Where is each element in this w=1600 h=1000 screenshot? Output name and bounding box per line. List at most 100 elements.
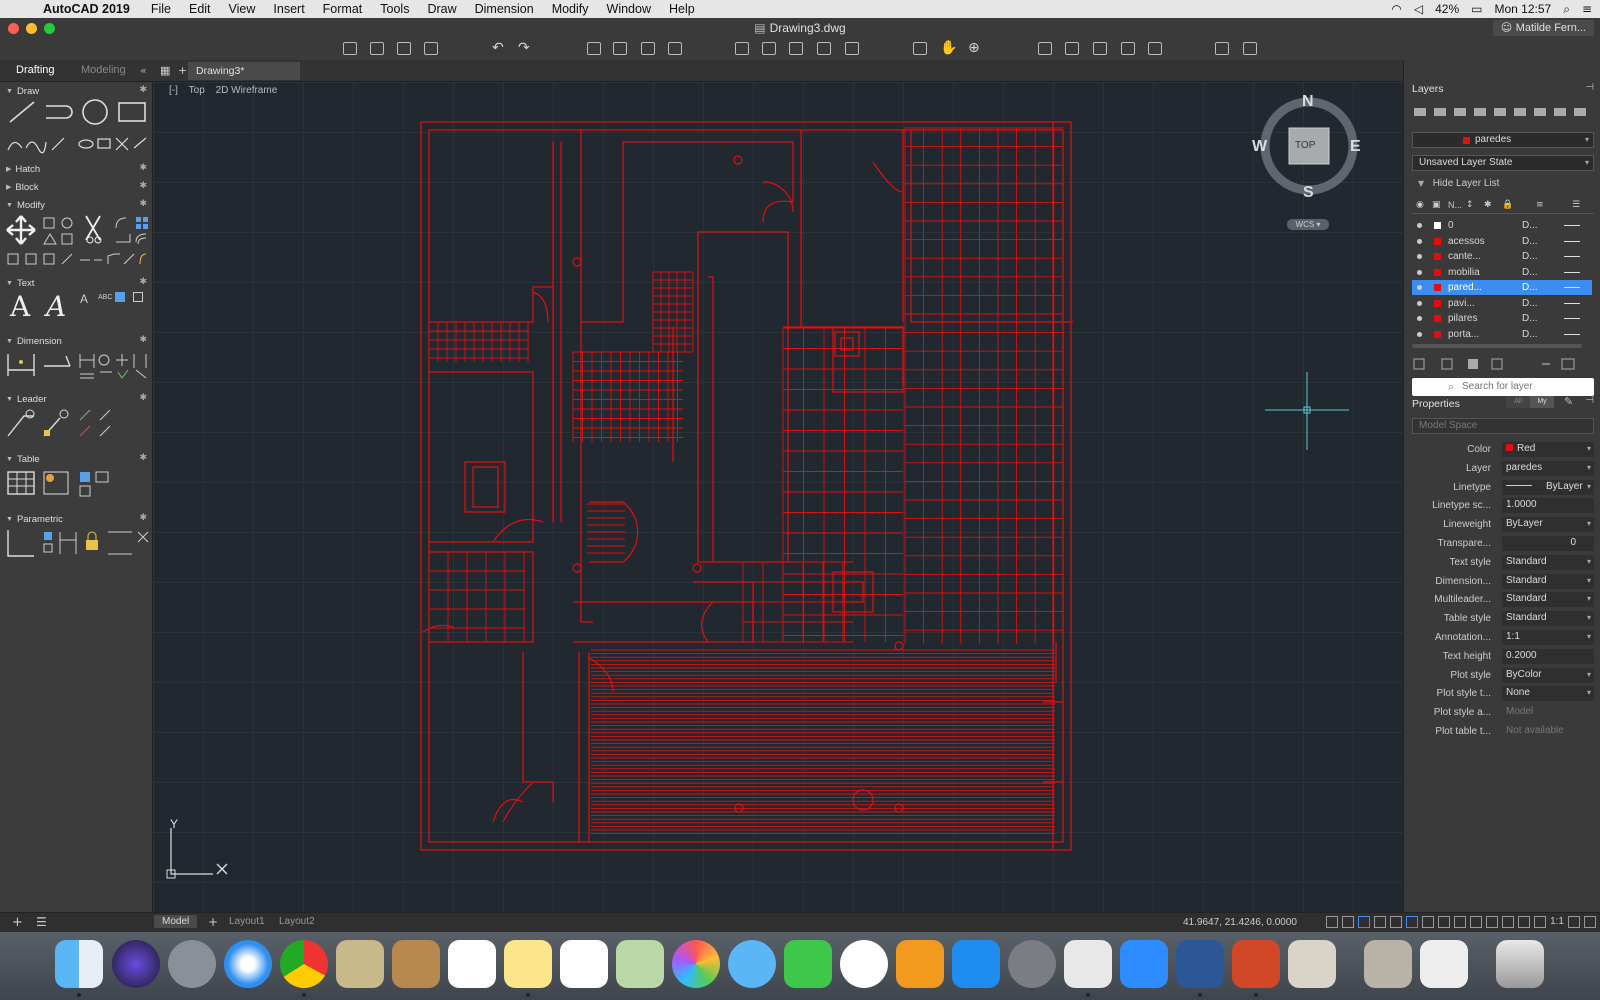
current-layer-select[interactable]: paredes ▾ xyxy=(1412,132,1594,148)
visibility-column-icon[interactable]: ◉ xyxy=(1416,200,1424,210)
gear-icon[interactable]: ✱ xyxy=(139,181,147,191)
layer-row[interactable]: 0 D... xyxy=(1412,218,1592,233)
lock-constraint-icon[interactable] xyxy=(86,531,98,550)
layer-row[interactable]: pared... D... xyxy=(1412,280,1592,295)
layer-color-swatch[interactable] xyxy=(1434,284,1441,291)
lineweight-toggle-icon[interactable] xyxy=(1438,916,1451,928)
calendar-icon[interactable] xyxy=(448,940,496,988)
list-icon[interactable] xyxy=(1065,42,1079,55)
hatch-tool-icon[interactable] xyxy=(51,137,65,151)
property-value[interactable]: ByColor ▾ xyxy=(1502,667,1594,683)
object-type-select[interactable]: Model Space xyxy=(1412,418,1594,434)
auto-constrain-icon[interactable] xyxy=(43,532,53,553)
dock-panel-icon[interactable]: ⊣ xyxy=(1585,82,1594,93)
gear-icon[interactable]: ✱ xyxy=(139,513,147,523)
annotation-visibility-icon[interactable] xyxy=(1518,916,1531,928)
property-value[interactable]: None ▾ xyxy=(1502,686,1594,702)
line-tool-icon[interactable] xyxy=(9,101,35,123)
layer-row[interactable]: pilares D... xyxy=(1412,311,1592,326)
system-preferences-icon[interactable] xyxy=(1008,940,1056,988)
property-value[interactable]: Standard ▾ xyxy=(1502,611,1594,627)
constraint-bar-icon[interactable] xyxy=(108,531,132,555)
property-value[interactable]: ByLayer ▾ xyxy=(1502,479,1594,495)
measure-icon[interactable] xyxy=(1038,42,1052,55)
annotation-autoscale-icon[interactable] xyxy=(1534,916,1547,928)
new-file-icon[interactable] xyxy=(343,42,357,55)
layer-row[interactable]: pavi... D... xyxy=(1412,296,1592,311)
layer-match-icon[interactable] xyxy=(1574,108,1586,116)
spline-tool-icon[interactable] xyxy=(25,141,47,154)
property-value[interactable]: 1:1 ▾ xyxy=(1502,630,1594,645)
section-table[interactable]: ▼ Table ✱ xyxy=(0,452,153,466)
viewcube-top-face[interactable]: TOP xyxy=(1295,140,1315,151)
page-setup-icon[interactable] xyxy=(668,42,682,55)
transparency-toggle-icon[interactable] xyxy=(1454,916,1467,928)
menu-file[interactable]: File xyxy=(142,2,180,16)
undo-icon[interactable]: ↶ xyxy=(492,40,504,56)
layer-visibility-icon[interactable] xyxy=(1417,238,1422,244)
property-value[interactable]: Standard ▾ xyxy=(1502,573,1594,589)
scale-tool-icon[interactable] xyxy=(61,233,73,245)
app-store-icon[interactable] xyxy=(952,940,1000,988)
pan-icon[interactable]: ✋ xyxy=(940,40,957,56)
attribute-icon[interactable] xyxy=(845,42,859,55)
downloads-folder-icon[interactable] xyxy=(1364,940,1412,988)
layer-off-icon[interactable] xyxy=(1514,108,1526,116)
isodraft-toggle-icon[interactable] xyxy=(1390,916,1403,928)
match-properties-icon[interactable] xyxy=(762,42,776,55)
layer-color-swatch[interactable] xyxy=(1434,315,1441,322)
layer-settings-icon[interactable] xyxy=(1413,358,1425,370)
menu-insert[interactable]: Insert xyxy=(264,2,313,16)
circle-tool-icon[interactable] xyxy=(82,99,108,125)
annotation-scale[interactable]: 1:1 xyxy=(1550,916,1564,928)
gear-icon[interactable]: ✱ xyxy=(139,199,147,209)
gear-icon[interactable]: ✱ xyxy=(139,277,147,287)
dimension-break-icon[interactable] xyxy=(135,369,147,379)
layer-row[interactable]: cante... D... xyxy=(1412,249,1592,264)
align-leader-icon[interactable] xyxy=(99,409,111,421)
object-snap-icon[interactable] xyxy=(1422,916,1435,928)
join-tool-icon[interactable] xyxy=(61,253,73,265)
erase-tool-icon[interactable] xyxy=(25,253,37,265)
hide-layer-list-toggle[interactable]: ▼ Hide Layer List xyxy=(1418,178,1499,189)
drawing-browser-icon[interactable]: ▦ xyxy=(160,64,170,77)
copy-tool-icon[interactable] xyxy=(43,217,55,229)
compass-south[interactable]: S xyxy=(1303,184,1314,202)
section-text[interactable]: ▼ Text ✱ xyxy=(0,276,153,290)
powerpoint-icon[interactable] xyxy=(1232,940,1280,988)
geometric-constraint-icon[interactable] xyxy=(7,530,34,557)
layer-visibility-icon[interactable] xyxy=(1417,285,1422,290)
spotlight-icon[interactable]: ⌕ xyxy=(1563,2,1570,17)
photos-icon[interactable] xyxy=(672,940,720,988)
viewcube[interactable]: N S E W TOP xyxy=(1252,92,1361,202)
close-window-button[interactable] xyxy=(8,23,19,34)
data-link-icon[interactable] xyxy=(80,472,90,482)
align-tool-icon[interactable] xyxy=(43,253,55,265)
layer-row[interactable]: mobilia D... xyxy=(1412,265,1592,280)
dynamic-ucs-icon[interactable] xyxy=(1502,916,1515,928)
xline-tool-icon[interactable] xyxy=(115,137,129,151)
3d-osnap-icon[interactable] xyxy=(1486,916,1499,928)
section-dimension[interactable]: ▼ Dimension ✱ xyxy=(0,334,153,348)
books-icon[interactable] xyxy=(896,940,944,988)
menu-edit[interactable]: Edit xyxy=(180,2,220,16)
safari-icon[interactable] xyxy=(224,940,272,988)
column-menu-icon[interactable]: ☰ xyxy=(1572,200,1580,210)
layer-row[interactable]: acessos D... xyxy=(1412,234,1592,249)
mail-icon[interactable] xyxy=(336,940,384,988)
sync-icon[interactable] xyxy=(1093,42,1107,55)
gear-icon[interactable]: ✱ xyxy=(139,163,147,173)
layer-search[interactable]: ⌕ xyxy=(1412,378,1594,396)
document-tab[interactable]: Drawing3* xyxy=(188,62,300,80)
menu-help[interactable]: Help xyxy=(660,2,704,16)
orbit-icon[interactable]: ⊕ xyxy=(968,40,980,56)
property-value[interactable]: paredes ▾ xyxy=(1502,460,1594,476)
baseline-dimension-icon[interactable] xyxy=(80,373,94,379)
spell-check-icon[interactable]: ABC xyxy=(98,294,112,301)
layer-visibility-icon[interactable] xyxy=(1417,269,1422,275)
single-line-text-icon[interactable]: A xyxy=(46,290,66,323)
layer-color-swatch[interactable] xyxy=(1434,268,1441,276)
finder-icon[interactable] xyxy=(55,940,103,988)
volume-icon[interactable]: ◁ xyxy=(1414,2,1423,16)
layer-properties-icon[interactable] xyxy=(735,42,749,55)
